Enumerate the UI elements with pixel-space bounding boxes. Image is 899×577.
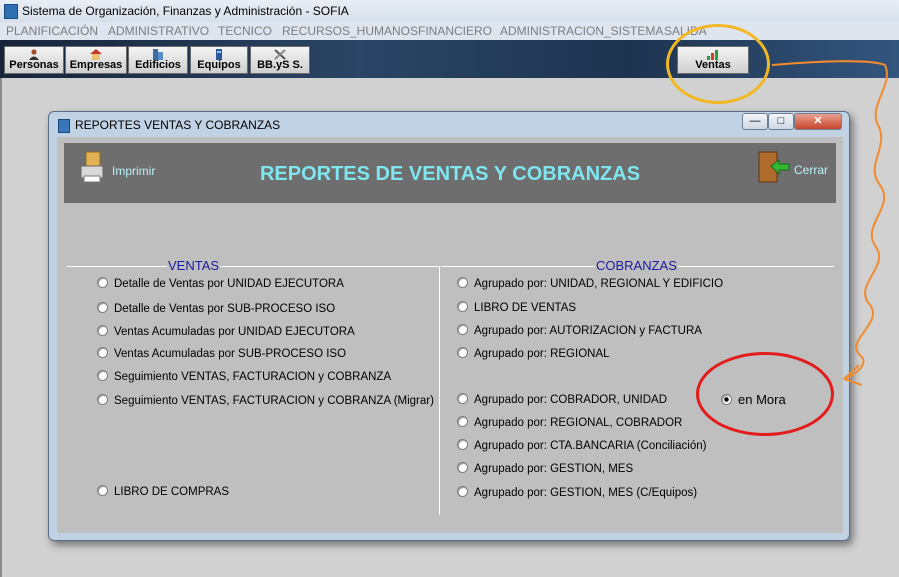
report-title: REPORTES DE VENTAS Y COBRANZAS xyxy=(259,163,641,185)
personas-button[interactable]: Personas xyxy=(4,46,64,74)
menu-bar: PLANIFICACIÓN ADMINISTRATIVO TECNICO REC… xyxy=(0,22,899,40)
cobranzas-option[interactable]: Agrupado por: GESTION, MES (C/Equipos) xyxy=(457,485,697,501)
ventas-legend: VENTAS xyxy=(167,258,221,273)
radio-button[interactable] xyxy=(97,485,108,496)
radio-button[interactable] xyxy=(97,325,108,336)
equipos-label: Equipos xyxy=(197,59,241,71)
app-icon xyxy=(4,4,18,19)
radio-button[interactable] xyxy=(457,277,468,288)
radio-button[interactable] xyxy=(97,370,108,381)
cobranzas-option[interactable]: Agrupado por: AUTORIZACION y FACTURA xyxy=(457,323,702,339)
dialog-title: REPORTES VENTAS Y COBRANZAS xyxy=(75,118,281,132)
ventas-option[interactable]: Seguimiento VENTAS, FACTURACION y COBRAN… xyxy=(97,393,434,409)
cobranzas-option[interactable]: Agrupado por: GESTION, MES xyxy=(457,461,633,477)
menu-recursos-humanos[interactable]: RECURSOS_HUMANOS xyxy=(282,24,418,38)
cobranzas-option[interactable]: Agrupado por: UNIDAD, REGIONAL Y EDIFICI… xyxy=(457,276,723,292)
cobranzas-option[interactable]: Agrupado por: REGIONAL, COBRADOR xyxy=(457,415,682,431)
ventas-group: VENTAS xyxy=(67,258,439,273)
radio-button[interactable] xyxy=(97,347,108,358)
ventas-option[interactable]: Ventas Acumuladas por UNIDAD EJECUTORA xyxy=(97,324,355,340)
empresas-label: Empresas xyxy=(69,59,123,71)
radio-button[interactable] xyxy=(457,439,468,450)
cobranzas-option[interactable]: Agrupado por: CTA.BANCARIA (Conciliación… xyxy=(457,438,706,454)
ventas-option[interactable]: Detalle de Ventas por SUB-PROCESO ISO xyxy=(97,301,335,317)
cobranzas-option[interactable]: Agrupado por: COBRADOR, UNIDAD xyxy=(457,392,667,408)
annotation-arrow xyxy=(771,60,888,386)
edificios-label: Edificios xyxy=(135,59,181,71)
cobranzas-option[interactable]: LIBRO DE VENTAS xyxy=(457,300,576,316)
ventas-option[interactable]: Ventas Acumuladas por SUB-PROCESO ISO xyxy=(97,346,346,362)
report-header: Imprimir REPORTES DE VENTAS Y COBRANZAS … xyxy=(64,143,836,203)
radio-button[interactable] xyxy=(457,347,468,358)
equipos-button[interactable]: Equipos xyxy=(190,46,248,74)
menu-administrativo[interactable]: ADMINISTRATIVO xyxy=(108,24,209,38)
app-title: Sistema de Organización, Finanzas y Admi… xyxy=(22,4,349,18)
radio-button[interactable] xyxy=(457,486,468,497)
edificios-button[interactable]: Edificios xyxy=(128,46,188,74)
cobranzas-legend: COBRANZAS xyxy=(595,258,678,273)
menu-financiero[interactable]: FINANCIERO xyxy=(418,24,492,38)
personas-label: Personas xyxy=(9,59,59,71)
radio-button[interactable] xyxy=(457,324,468,335)
group-separator xyxy=(439,266,440,515)
libro-compras-option[interactable]: LIBRO DE COMPRAS xyxy=(97,484,229,500)
dialog-client: Imprimir REPORTES DE VENTAS Y COBRANZAS … xyxy=(57,137,843,533)
bbyss-button[interactable]: BB.yS S. xyxy=(250,46,310,74)
bbyss-label: BB.yS S. xyxy=(257,59,303,71)
cobranzas-option[interactable]: Agrupado por: REGIONAL xyxy=(457,346,610,362)
radio-button[interactable] xyxy=(97,277,108,288)
reportes-dialog: REPORTES VENTAS Y COBRANZAS — □ ✕ Imprim… xyxy=(48,111,850,541)
menu-administracion-sistema[interactable]: ADMINISTRACION_SISTEMA xyxy=(500,24,663,38)
ventas-option[interactable]: Detalle de Ventas por UNIDAD EJECUTORA xyxy=(97,276,344,292)
radio-button[interactable] xyxy=(457,462,468,473)
app-title-bar: Sistema de Organización, Finanzas y Admi… xyxy=(0,0,899,23)
radio-button[interactable] xyxy=(457,301,468,312)
radio-button[interactable] xyxy=(457,416,468,427)
radio-button[interactable] xyxy=(97,394,108,405)
menu-tecnico[interactable]: TECNICO xyxy=(218,24,272,38)
radio-button[interactable] xyxy=(457,393,468,404)
radio-button[interactable] xyxy=(97,302,108,313)
dialog-icon xyxy=(58,119,70,133)
ventas-option[interactable]: Seguimiento VENTAS, FACTURACION y COBRAN… xyxy=(97,369,391,385)
menu-planificacion[interactable]: PLANIFICACIÓN xyxy=(6,24,98,38)
highlight-circle-yellow xyxy=(666,24,770,104)
empresas-button[interactable]: Empresas xyxy=(65,46,127,74)
